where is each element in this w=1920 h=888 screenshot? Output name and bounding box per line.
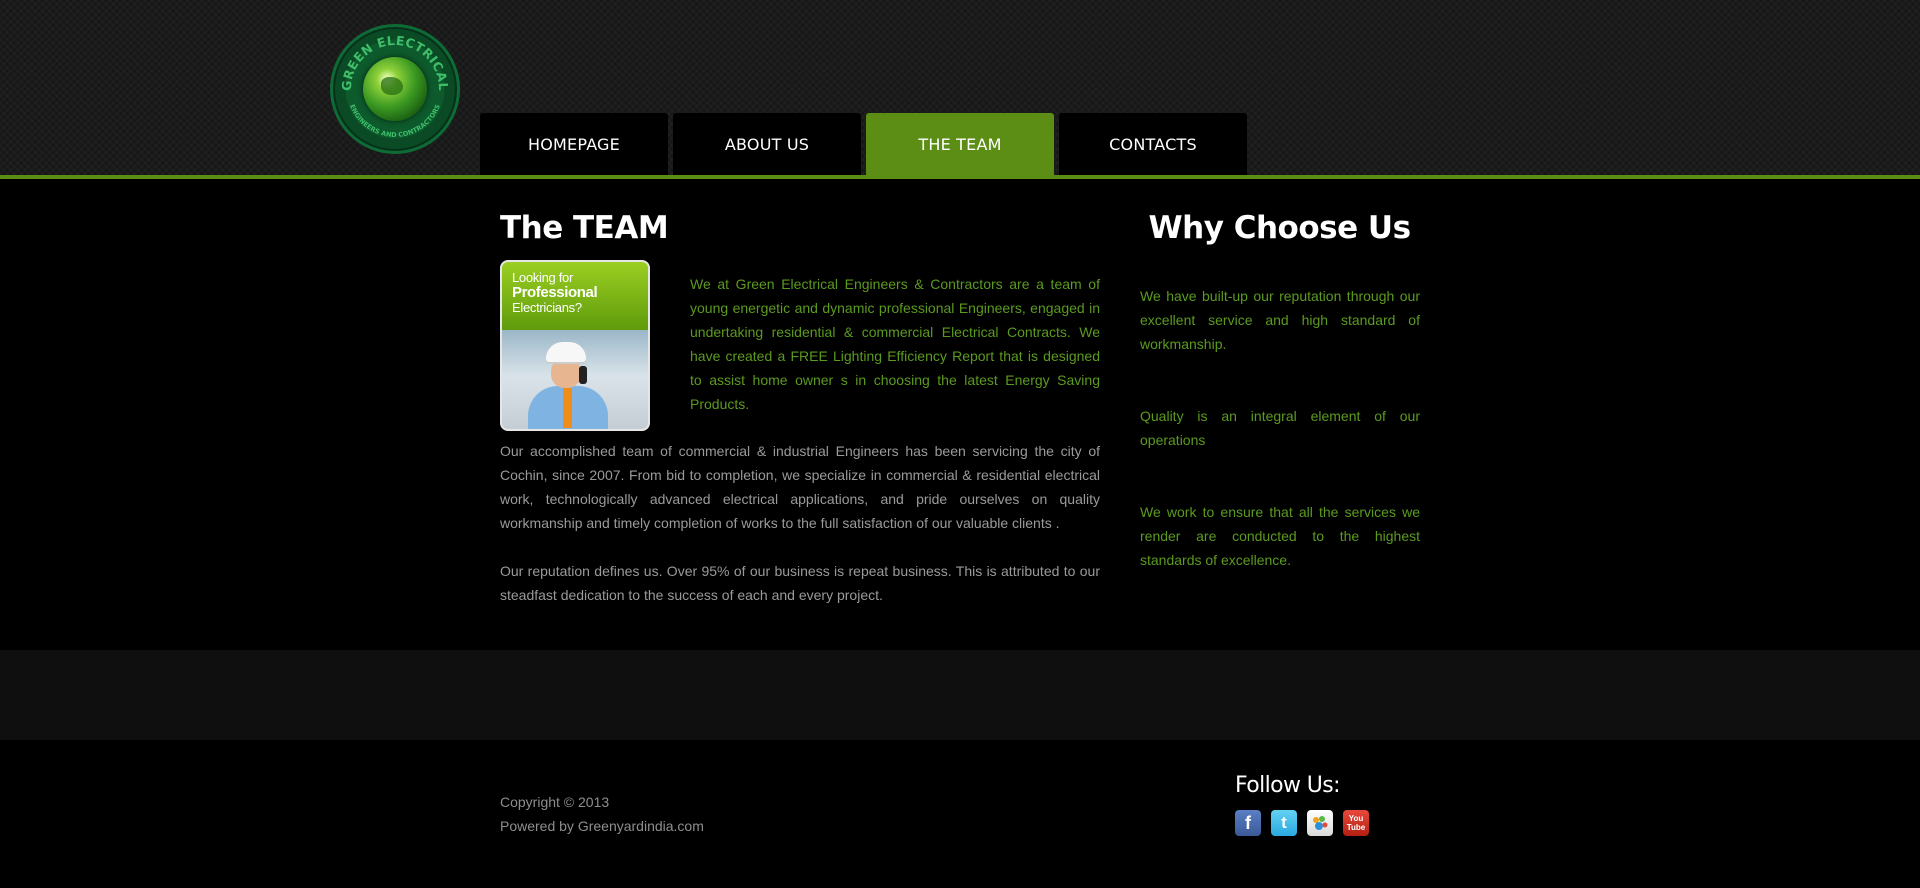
footer-credits: Copyright © 2013 Powered by Greenyardind… — [500, 790, 704, 838]
team-reputation-paragraph: Our reputation defines us. Over 95% of o… — [500, 563, 1100, 603]
why-point-1: We have built-up our reputation through … — [1140, 288, 1420, 352]
facebook-icon[interactable]: f — [1235, 810, 1261, 836]
globe-icon — [363, 57, 427, 121]
nav-about-us[interactable]: ABOUT US — [673, 113, 861, 175]
footer-separator-band — [0, 650, 1920, 740]
team-heading: The TEAM — [500, 210, 669, 246]
promo-text-block: Looking for Professional Electricians? — [502, 262, 648, 330]
twitter-icon[interactable]: t — [1271, 810, 1297, 836]
hard-hat-icon — [546, 342, 586, 362]
myspace-icon[interactable] — [1307, 810, 1333, 836]
follow-us-heading: Follow Us: — [1235, 773, 1341, 798]
promo-line-3: Electricians? — [512, 300, 582, 315]
site-logo[interactable]: GREEN ELECTRICAL ENGINEERS AND CONTRACTO… — [330, 24, 460, 154]
why-point-2: Quality is an integral element of our op… — [1140, 408, 1420, 448]
powered-by-link[interactable]: Powered by Greenyardindia.com — [500, 814, 704, 838]
header-divider — [0, 175, 1920, 179]
youtube-glyph-top: You — [1348, 814, 1364, 823]
phone-icon — [579, 366, 587, 384]
nav-the-team[interactable]: THE TEAM — [866, 113, 1054, 175]
promo-line-2: Professional — [512, 284, 598, 301]
electrician-photo — [502, 330, 648, 429]
myspace-glyph — [1313, 816, 1328, 830]
social-links: f t You Tube — [1235, 810, 1369, 836]
team-body-paragraph: Our accomplished team of commercial & in… — [500, 443, 1100, 531]
why-point-3: We work to ensure that all the services … — [1140, 504, 1420, 568]
youtube-glyph-bottom: Tube — [1346, 823, 1366, 832]
worker-tie — [563, 388, 572, 428]
nav-homepage[interactable]: HOMEPAGE — [480, 113, 668, 175]
main-nav: HOMEPAGE ABOUT US THE TEAM CONTACTS — [480, 113, 1247, 175]
team-intro-paragraph: We at Green Electrical Engineers & Contr… — [690, 276, 1100, 412]
professional-electricians-banner[interactable]: Looking for Professional Electricians? — [500, 260, 650, 431]
copyright-text: Copyright © 2013 — [500, 794, 610, 810]
why-choose-us-heading: Why Choose Us — [1148, 210, 1411, 246]
nav-contacts[interactable]: CONTACTS — [1059, 113, 1247, 175]
youtube-icon[interactable]: You Tube — [1343, 810, 1369, 836]
promo-line-1: Looking for — [512, 270, 574, 285]
worker-face — [551, 358, 581, 388]
